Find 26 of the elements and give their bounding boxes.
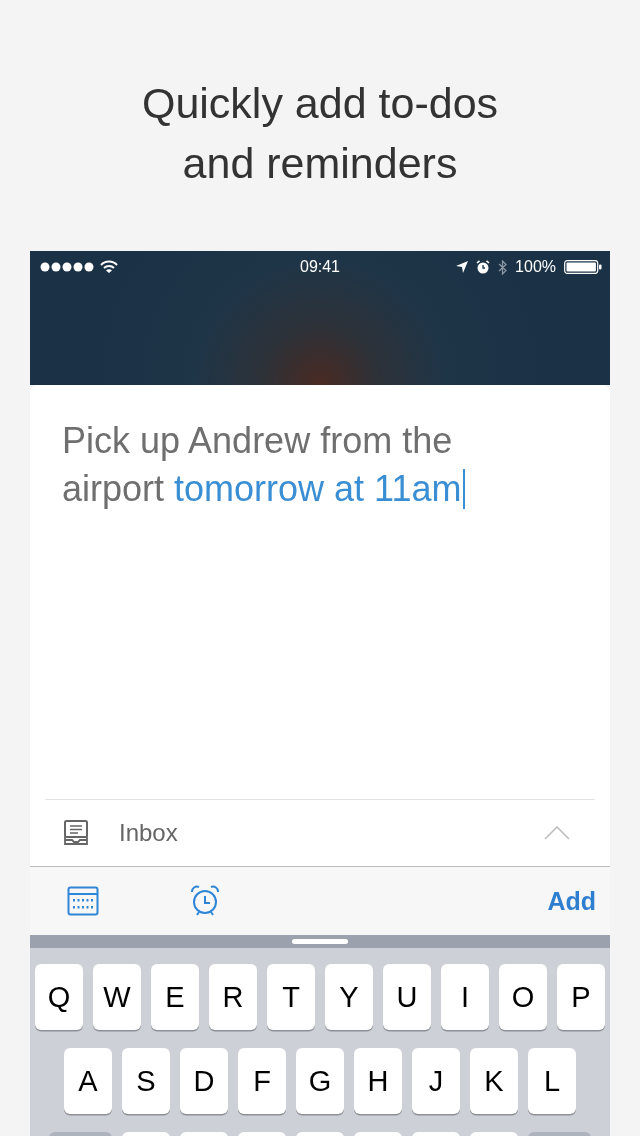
keyboard-key[interactable]: A [64, 1048, 112, 1114]
keyboard-key[interactable]: Q [35, 964, 83, 1030]
keyboard-key[interactable]: F [238, 1048, 286, 1114]
keyboard-key[interactable]: G [296, 1048, 344, 1114]
list-selector[interactable]: Inbox [119, 819, 544, 847]
keyboard-key[interactable]: E [151, 964, 199, 1030]
battery-percent: 100% [515, 258, 556, 276]
keyboard-key[interactable]: R [209, 964, 257, 1030]
keyboard-key[interactable]: H [354, 1048, 402, 1114]
keyboard-key[interactable]: K [470, 1048, 518, 1114]
add-button[interactable]: Add [547, 882, 596, 920]
status-time: 09:41 [300, 258, 340, 276]
keyboard-key[interactable]: J [412, 1048, 460, 1114]
keyboard-key[interactable]: I [441, 964, 489, 1030]
keyboard-key[interactable]: T [267, 964, 315, 1030]
keyboard-key[interactable]: S [122, 1048, 170, 1114]
task-input-field[interactable]: Pick up Andrew from the airport tomorrow at 11am [30, 385, 562, 799]
keyboard-key[interactable]: P [557, 964, 605, 1030]
keyboard-key[interactable]: L [528, 1048, 576, 1114]
headline-text: and reminders [182, 138, 458, 189]
keyboard-key[interactable]: O [499, 964, 547, 1030]
keyboard-key[interactable]: U [383, 964, 431, 1030]
keyboard-key[interactable]: W [93, 964, 141, 1030]
keyboard-key[interactable]: D [180, 1048, 228, 1114]
headline-text: Quickly add to-dos [141, 78, 499, 129]
keyboard-key[interactable]: Y [325, 964, 373, 1030]
